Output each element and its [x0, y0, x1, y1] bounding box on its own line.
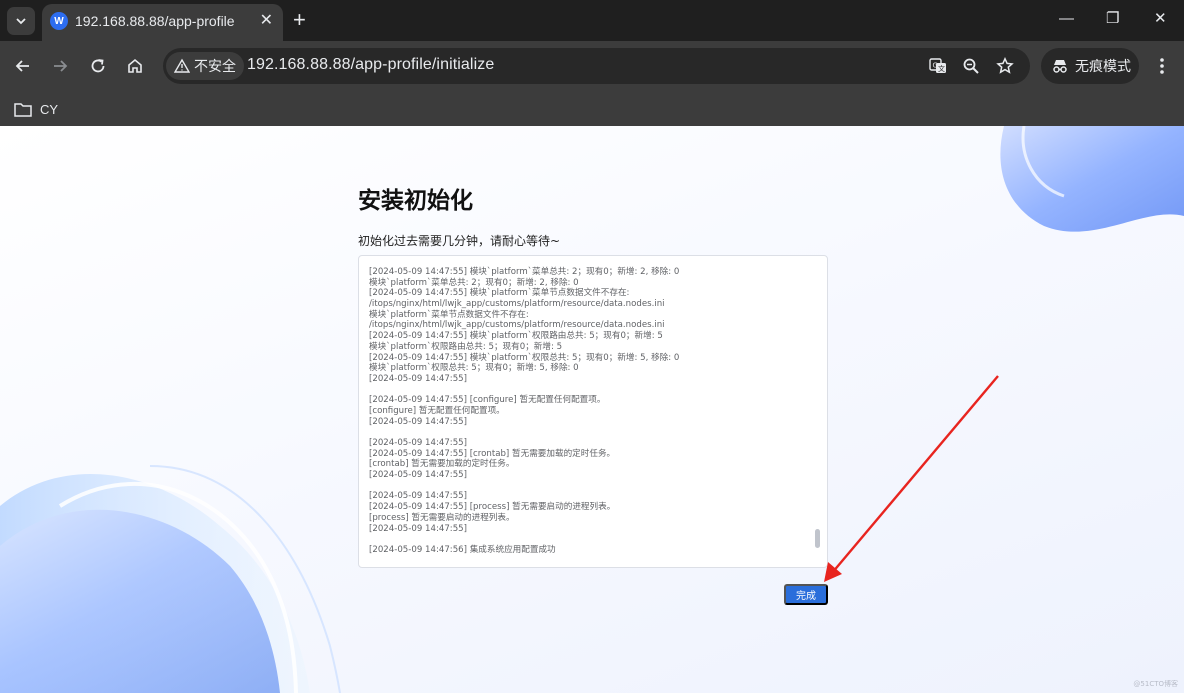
close-window-button[interactable]: ✕ [1154, 9, 1167, 29]
install-log-panel[interactable]: [2024-05-09 14:47:55] 模块`platform`菜单总共: … [358, 255, 828, 568]
page-content: 安装初始化 初始化过去需要几分钟，请耐心等待~ [2024-05-09 14:4… [0, 126, 1184, 693]
log-line: [2024-05-09 14:47:55] [configure] 暂无配置任何… [369, 395, 606, 406]
log-line: 模块`platform`菜单节点数据文件不存在: [369, 309, 529, 320]
log-line: [2024-05-09 14:47:55] 模块`platform`菜单总共: … [369, 267, 680, 277]
arrow-right-icon [54, 60, 68, 72]
star-icon [996, 57, 1014, 74]
page-title: 安装初始化 [358, 188, 473, 214]
home-icon [128, 58, 142, 73]
done-button[interactable]: 完成 [784, 584, 828, 605]
reload-icon [91, 59, 105, 73]
close-tab-icon[interactable]: ✕ [260, 13, 273, 29]
zoom-button[interactable] [961, 56, 981, 76]
log-line: [process] 暂无需要启动的进程列表。 [369, 512, 515, 523]
new-tab-button[interactable]: + [293, 9, 306, 31]
log-line: [2024-05-09 14:47:56] 集成系统应用配置成功 [369, 544, 556, 555]
bookmark-label: CY [40, 101, 59, 117]
log-line: [2024-05-09 14:47:55] [crontab] 暂无需要加载的定… [369, 448, 616, 459]
log-line: [2024-05-09 14:47:55] 模块`platform`权限路由总共… [369, 331, 663, 342]
restore-button[interactable]: ❐ [1106, 9, 1119, 29]
app-logo-icon: W [50, 12, 68, 30]
home-button[interactable] [123, 54, 147, 78]
tab-strip: W 192.168.88.88/app-profile ✕ + — ❐ ✕ [0, 0, 1184, 41]
log-line: 模块`platform`菜单总共: 2；现有0；新增: 2, 移除: 0 [369, 277, 579, 288]
bookmarks-bar: CY [0, 91, 1184, 126]
log-line: [2024-05-09 14:47:55] 模块`platform`菜单节点数据… [369, 288, 630, 299]
tab-search-button[interactable] [7, 7, 35, 35]
security-chip[interactable]: 不安全 [166, 52, 244, 80]
folder-icon [14, 102, 32, 117]
log-line: [2024-05-09 14:47:55] [369, 523, 467, 534]
log-line: [2024-05-09 14:47:55] [process] 暂无需要启动的进… [369, 502, 616, 513]
reload-button[interactable] [86, 54, 110, 78]
arrow-left-icon [15, 60, 29, 72]
translate-icon: G文 [929, 58, 946, 73]
forward-button[interactable] [48, 54, 72, 78]
bookmark-star-button[interactable] [995, 56, 1015, 76]
warning-triangle-icon [174, 58, 190, 73]
incognito-indicator[interactable]: 无痕模式 [1041, 48, 1139, 84]
svg-text:文: 文 [938, 64, 945, 73]
watermark: @51CTO博客 [1133, 680, 1178, 688]
log-line: [2024-05-09 14:47:55] [369, 373, 467, 384]
log-line: [configure] 暂无配置任何配置项。 [369, 405, 505, 416]
security-label: 不安全 [194, 58, 236, 74]
browser-tab[interactable]: W 192.168.88.88/app-profile ✕ [42, 4, 283, 41]
log-lines: [2024-05-09 14:47:55] 模块`platform`菜单总共: … [369, 267, 809, 556]
url-text[interactable]: 192.168.88.88/app-profile/initialize [247, 56, 494, 74]
decorative-glass-shape-right [1000, 126, 1184, 232]
address-bar[interactable]: 不安全 192.168.88.88/app-profile/initialize… [163, 48, 1030, 84]
minimize-button[interactable]: — [1059, 9, 1074, 29]
decorative-glass-shape-left [0, 465, 341, 693]
log-line: [2024-05-09 14:47:55] [369, 491, 467, 502]
log-line: [2024-05-09 14:47:55] 模块`platform`权限总共: … [369, 352, 680, 363]
log-line: /itops/nginx/html/lwjk_app/customs/platf… [369, 320, 665, 331]
incognito-label: 无痕模式 [1075, 58, 1131, 74]
back-button[interactable] [11, 54, 35, 78]
tab-title: 192.168.88.88/app-profile [75, 13, 235, 29]
log-line: [2024-05-09 14:47:55] [369, 438, 467, 448]
zoom-icon [963, 58, 979, 74]
log-line: [2024-05-09 14:47:55] [369, 470, 467, 481]
log-line: [2024-05-09 14:47:55] [369, 416, 467, 427]
translate-button[interactable]: G文 [928, 56, 948, 76]
incognito-icon [1053, 60, 1067, 73]
page-subtitle: 初始化过去需要几分钟，请耐心等待~ [358, 234, 561, 248]
log-line: 模块`platform`权限路由总共: 5；现有0；新增: 5 [369, 341, 563, 352]
log-scrollbar[interactable] [815, 529, 820, 548]
log-line: [crontab] 暂无需要加载的定时任务。 [369, 459, 515, 470]
log-line: 模块`platform`权限总共: 5；现有0；新增: 5, 移除: 0 [369, 363, 579, 374]
log-line: /itops/nginx/html/lwjk_app/customs/platf… [369, 299, 665, 310]
bookmark-folder-cy[interactable]: CY [14, 97, 58, 121]
chevron-down-icon [16, 18, 26, 25]
browser-toolbar: 不安全 192.168.88.88/app-profile/initialize… [0, 41, 1184, 91]
more-vertical-icon [1160, 58, 1164, 74]
browser-menu-button[interactable] [1152, 54, 1172, 78]
